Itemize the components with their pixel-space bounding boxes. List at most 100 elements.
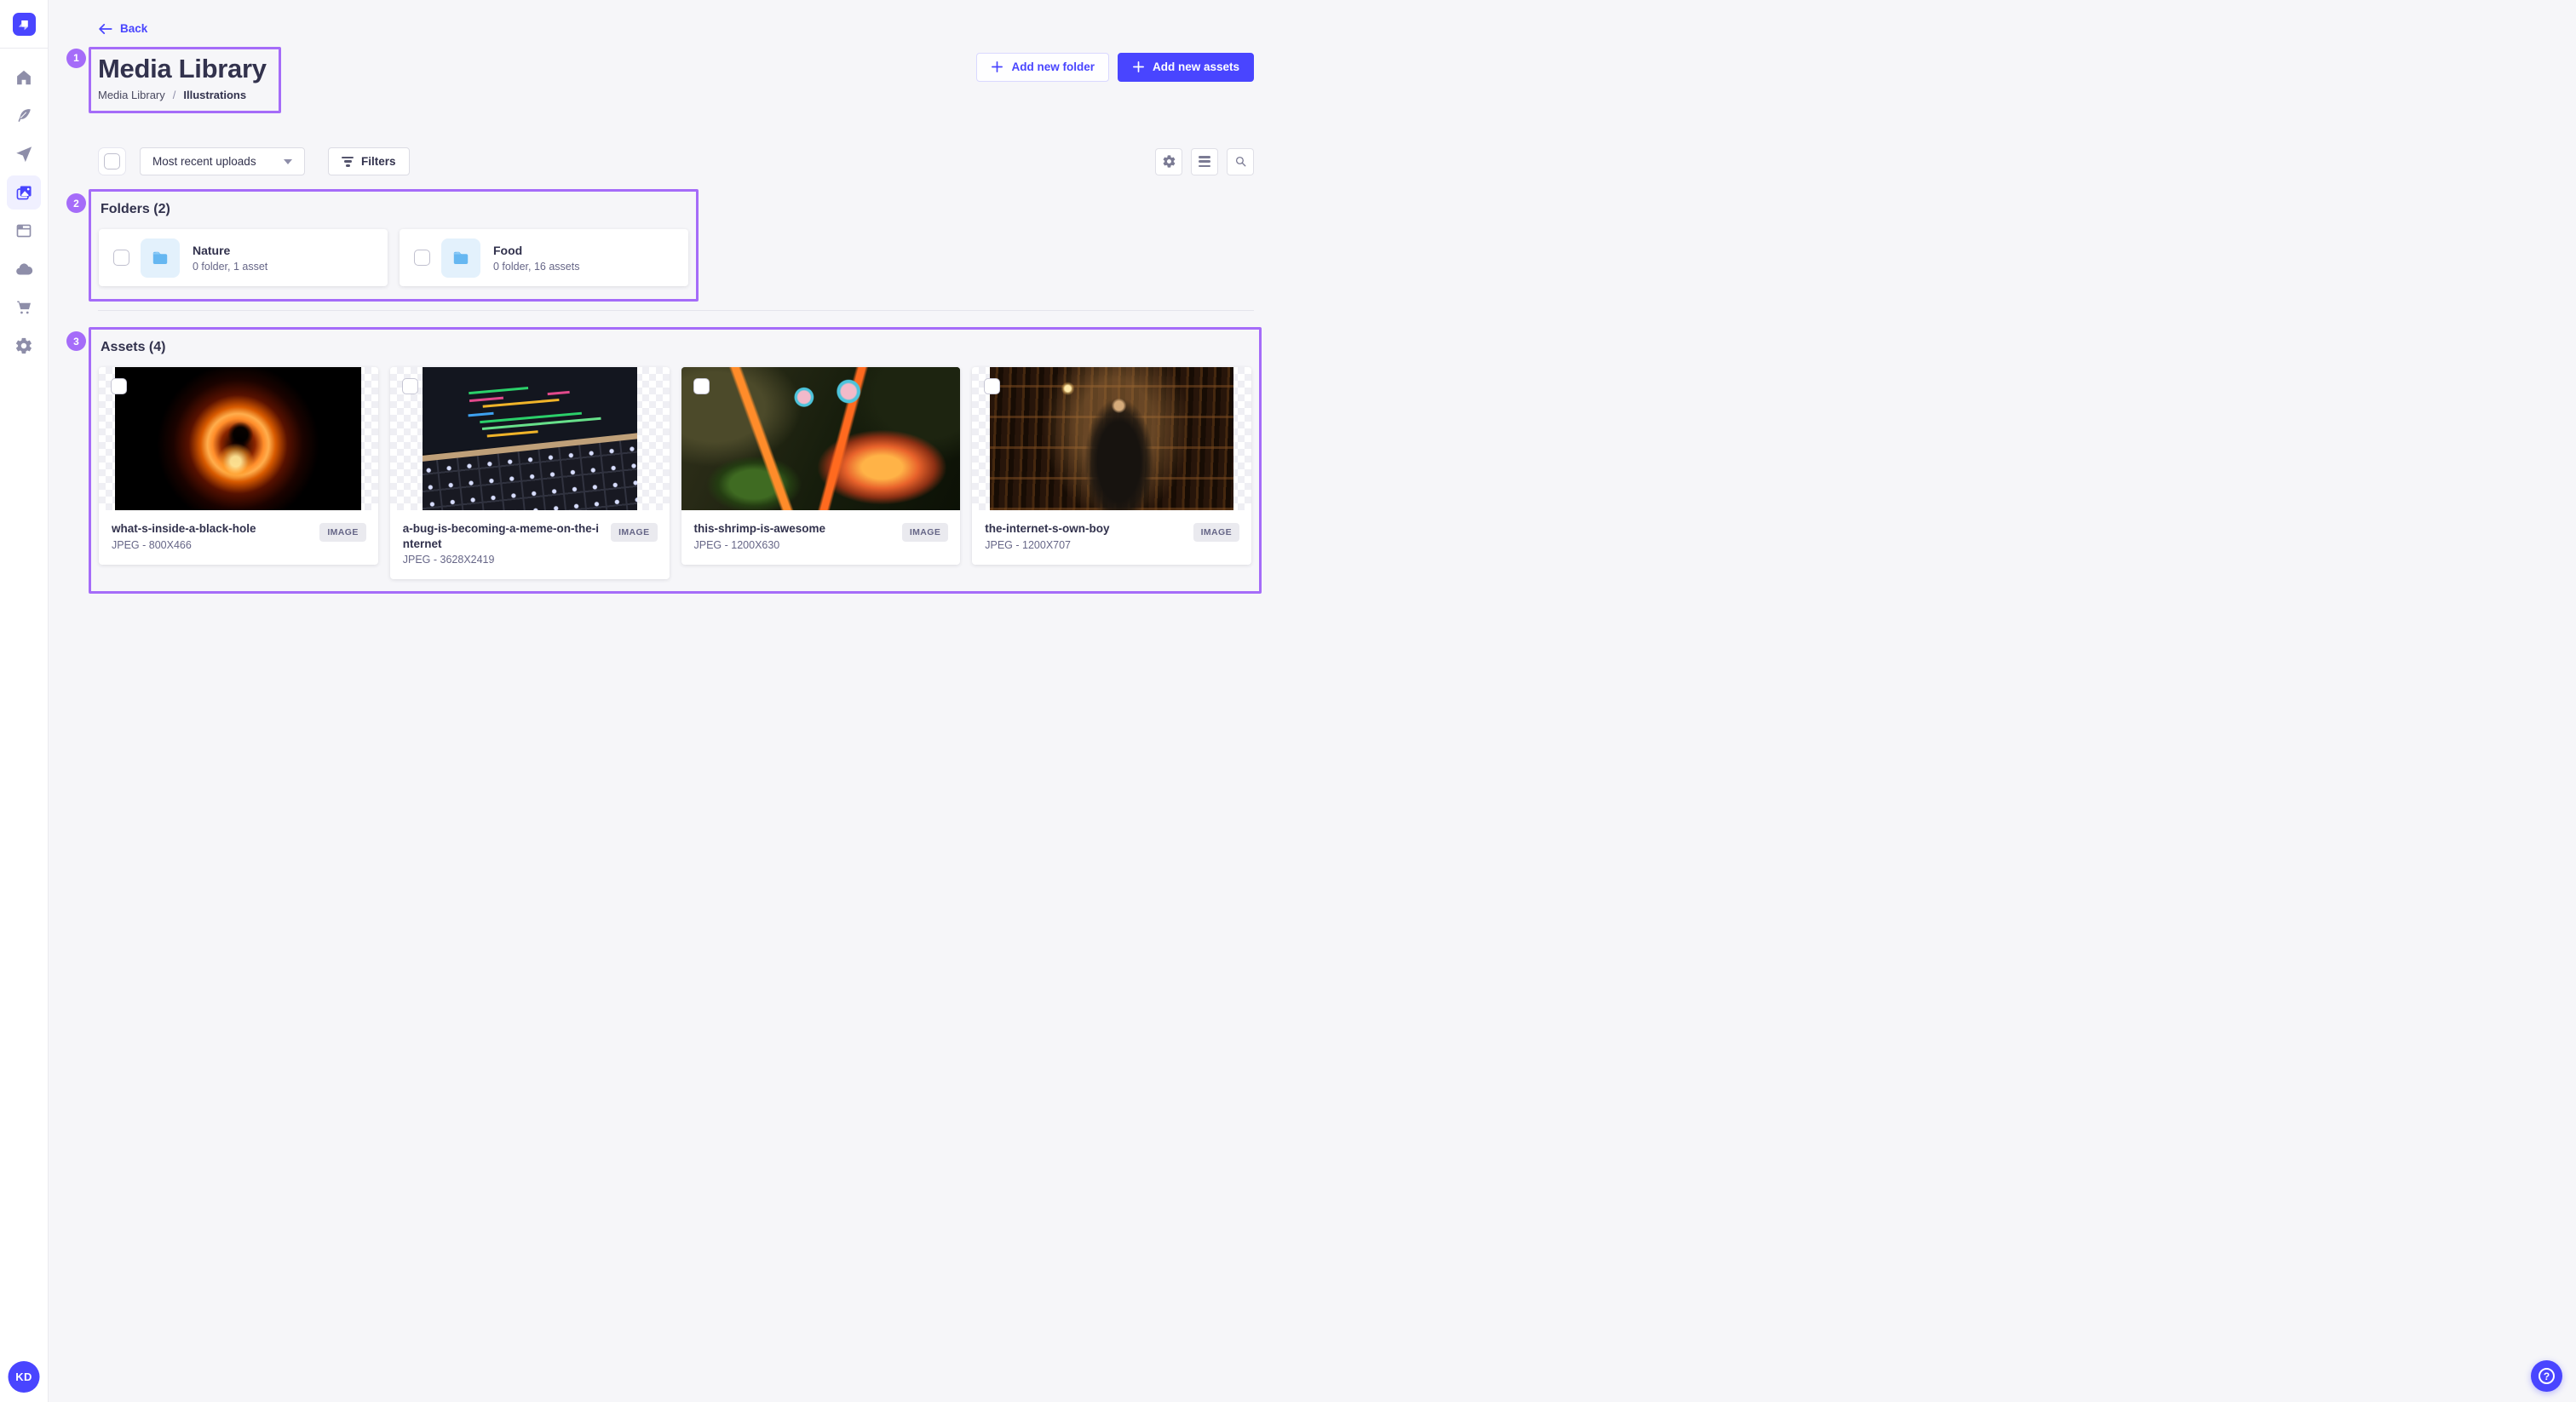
add-new-assets-label: Add new assets [1153, 60, 1239, 73]
black-hole-photo [115, 367, 361, 510]
cloud-icon [14, 260, 34, 279]
asset-type-badge: IMAGE [1193, 523, 1239, 542]
folder-texts: Nature 0 folder, 1 asset [193, 244, 267, 273]
search-icon [1233, 154, 1248, 169]
folder-checkbox[interactable] [414, 250, 430, 266]
strapi-logo[interactable] [13, 13, 36, 36]
sidebar-item-marketplace[interactable] [7, 290, 41, 325]
asset-card-internets-own-boy[interactable]: the-internet-s-own-boy JPEG - 1200X707 I… [972, 367, 1251, 565]
folder-name[interactable]: Food [493, 244, 579, 257]
folder-name[interactable]: Nature [193, 244, 267, 257]
add-new-folder-button[interactable]: Add new folder [976, 53, 1109, 82]
add-new-folder-label: Add new folder [1011, 60, 1095, 73]
user-avatar[interactable]: KD [9, 1361, 40, 1393]
sidebar-item-content-manager[interactable] [7, 214, 41, 248]
sort-dropdown[interactable]: Most recent uploads [140, 147, 305, 175]
folder-icon-wrap [441, 238, 480, 278]
sidebar-item-content-type-builder[interactable] [7, 99, 41, 133]
folder-cards: Nature 0 folder, 1 asset Food 0 folder, … [99, 229, 688, 286]
asset-card-black-hole[interactable]: what-s-inside-a-black-hole JPEG - 800X46… [99, 367, 378, 565]
annotated-title-region: 1 Media Library Media Library / Illustra… [89, 47, 281, 114]
plus-icon [1132, 60, 1145, 73]
add-new-assets-button[interactable]: Add new assets [1118, 53, 1254, 82]
question-mark-icon: ? [2539, 1368, 2555, 1384]
asset-texts: this-shrimp-is-awesome JPEG - 1200X630 [694, 521, 902, 551]
sidebar-item-releases[interactable] [7, 137, 41, 171]
select-all-checkbox-wrap [98, 147, 126, 175]
folder-checkbox[interactable] [113, 250, 129, 266]
assets-heading: Assets (4) [101, 340, 1251, 355]
asset-name: what-s-inside-a-black-hole [112, 521, 311, 537]
folder-card-food[interactable]: Food 0 folder, 16 assets [400, 229, 688, 286]
annotation-step-1: 1 [66, 49, 86, 68]
asset-info: this-shrimp-is-awesome JPEG - 1200X630 I… [681, 510, 961, 565]
filters-button[interactable]: Filters [328, 147, 410, 175]
help-button[interactable]: ? [2531, 1360, 2562, 1392]
main-content: Back 1 Media Library Media Library / Ill… [49, 0, 1288, 594]
strapi-logo-icon [14, 14, 34, 35]
layout-icon [14, 221, 33, 240]
sidebar-item-cloud[interactable] [7, 252, 41, 286]
asset-meta: JPEG - 800X466 [112, 539, 311, 551]
mantis-shrimp-photo [681, 367, 961, 510]
back-link[interactable]: Back [98, 22, 147, 35]
search-button[interactable] [1227, 148, 1254, 175]
toolbar: Most recent uploads Filters [98, 147, 1254, 175]
folder-texts: Food 0 folder, 16 assets [493, 244, 579, 273]
select-all-checkbox[interactable] [104, 153, 120, 170]
sidebar-item-media-library[interactable] [7, 175, 41, 210]
home-icon [14, 68, 33, 87]
laptop-code-photo [423, 367, 637, 510]
asset-meta: JPEG - 1200X707 [985, 539, 1184, 551]
folder-meta: 0 folder, 1 asset [193, 261, 267, 273]
breadcrumb: Media Library / Illustrations [98, 89, 267, 101]
folder-icon [150, 248, 170, 268]
feather-icon [14, 106, 33, 125]
chevron-down-icon [284, 159, 292, 164]
asset-info: a-bug-is-becoming-a-meme-on-the-internet… [390, 510, 670, 579]
folder-icon [451, 248, 471, 268]
asset-thumbnail-area [99, 367, 378, 510]
plus-icon [991, 60, 1003, 73]
assets-section: 3 Assets (4) what-s-inside-a-black-hole … [89, 327, 1262, 594]
view-settings-button[interactable] [1155, 148, 1182, 175]
asset-thumbnail-area [390, 367, 670, 510]
breadcrumb-parent[interactable]: Media Library [98, 89, 165, 101]
asset-type-badge: IMAGE [902, 523, 948, 542]
folder-icon-wrap [141, 238, 180, 278]
sidebar-item-settings[interactable] [7, 329, 41, 363]
asset-thumbnail-area [972, 367, 1251, 510]
asset-type-badge: IMAGE [319, 523, 365, 542]
cart-icon [14, 298, 33, 317]
asset-thumbnail-area [681, 367, 961, 510]
asset-name: a-bug-is-becoming-a-meme-on-the-internet [403, 521, 602, 551]
library-portrait-photo [990, 367, 1233, 510]
folder-meta: 0 folder, 16 assets [493, 261, 579, 273]
asset-card-bug-meme[interactable]: a-bug-is-becoming-a-meme-on-the-internet… [390, 367, 670, 579]
gear-icon [1162, 154, 1176, 169]
sidebar-item-home[interactable] [7, 60, 41, 95]
asset-meta: JPEG - 3628X2419 [403, 554, 602, 566]
asset-texts: what-s-inside-a-black-hole JPEG - 800X46… [112, 521, 319, 551]
asset-checkbox[interactable] [693, 378, 710, 394]
header-actions: Add new folder Add new assets [976, 53, 1254, 82]
images-icon [14, 183, 34, 203]
list-view-button[interactable] [1191, 148, 1218, 175]
asset-cards: what-s-inside-a-black-hole JPEG - 800X46… [99, 367, 1251, 579]
folder-card-nature[interactable]: Nature 0 folder, 1 asset [99, 229, 388, 286]
annotation-step-3: 3 [66, 331, 86, 351]
asset-checkbox[interactable] [111, 378, 127, 394]
asset-card-shrimp[interactable]: this-shrimp-is-awesome JPEG - 1200X630 I… [681, 367, 961, 565]
folders-heading: Folders (2) [101, 202, 688, 217]
breadcrumb-separator: / [173, 89, 176, 101]
asset-checkbox[interactable] [984, 378, 1000, 394]
asset-checkbox[interactable] [402, 378, 418, 394]
gear-icon [14, 336, 33, 355]
paper-plane-icon [14, 145, 33, 164]
back-arrow-icon [98, 23, 112, 35]
filters-label: Filters [361, 155, 396, 168]
asset-texts: a-bug-is-becoming-a-meme-on-the-internet… [403, 521, 611, 566]
asset-info: what-s-inside-a-black-hole JPEG - 800X46… [99, 510, 378, 565]
section-divider [98, 310, 1254, 311]
toolbar-left: Most recent uploads Filters [98, 147, 410, 175]
